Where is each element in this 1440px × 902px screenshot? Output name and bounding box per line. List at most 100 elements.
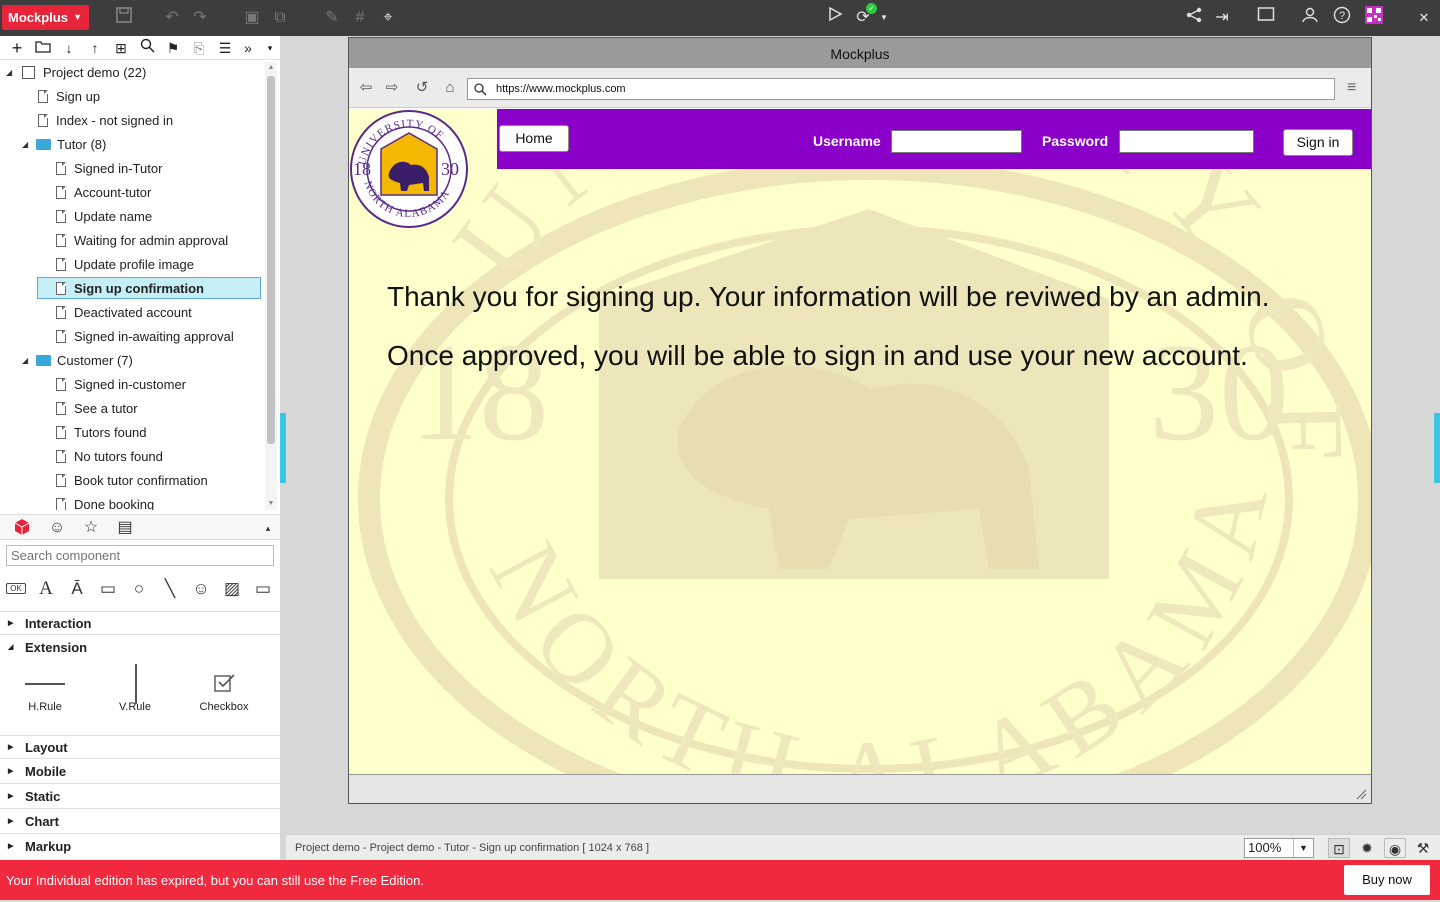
add-page-icon[interactable]: + bbox=[7, 38, 27, 58]
tree-page-item[interactable]: Sign up bbox=[38, 86, 100, 108]
left-splitter-handle[interactable] bbox=[280, 413, 286, 483]
move-up-icon[interactable]: ↑ bbox=[85, 38, 105, 58]
eye-icon[interactable]: ◉ bbox=[1384, 838, 1406, 858]
tree-project-root[interactable]: ◢ Project demo (22) bbox=[6, 62, 256, 84]
tools-icon[interactable]: ⚒ bbox=[1412, 838, 1434, 858]
help-icon[interactable]: ? bbox=[1330, 6, 1354, 30]
redo-icon[interactable]: ↷ bbox=[188, 6, 212, 30]
search-icon[interactable] bbox=[137, 38, 157, 58]
scroll-thumb[interactable] bbox=[267, 76, 275, 444]
tree-page-item[interactable]: Book tutor confirmation bbox=[56, 470, 208, 492]
tree-page-item[interactable]: See a tutor bbox=[56, 398, 138, 420]
section-interaction[interactable]: ▶ Interaction bbox=[0, 611, 280, 635]
home-icon[interactable]: ⌂ bbox=[441, 79, 459, 97]
qr-code-icon[interactable] bbox=[1362, 6, 1386, 30]
circle-component-icon[interactable]: ○ bbox=[127, 578, 151, 600]
resize-grip-icon[interactable] bbox=[1355, 788, 1367, 800]
grid-icon[interactable]: # bbox=[348, 6, 372, 30]
tree-page-item[interactable]: Waiting for admin approval bbox=[56, 230, 228, 252]
rectangle-component-icon[interactable]: ▭ bbox=[96, 578, 120, 600]
tab-components-cube-icon[interactable] bbox=[12, 518, 32, 538]
app-menu-button[interactable]: Mockplus ▼ bbox=[2, 5, 89, 30]
image-component-icon[interactable]: ▨ bbox=[220, 578, 244, 600]
tree-folder-item[interactable]: ◢ Customer (7) bbox=[22, 350, 133, 372]
tree-page-item[interactable]: Update profile image bbox=[56, 254, 194, 276]
page-label: Index - not signed in bbox=[56, 113, 174, 128]
tree-page-item[interactable]: Signed in-awaiting approval bbox=[56, 326, 234, 348]
collapse-panel-icon[interactable]: ▾ bbox=[260, 38, 280, 58]
flag-icon[interactable]: ⚑ bbox=[163, 38, 183, 58]
section-chart[interactable]: ▶ Chart bbox=[0, 810, 280, 834]
page-tree-icon[interactable]: ⊞ bbox=[111, 38, 131, 58]
ungroup-icon[interactable]: ⧉ bbox=[268, 6, 292, 30]
brightness-icon[interactable]: ✹ bbox=[1356, 838, 1378, 858]
tab-favorites-star-icon[interactable]: ☆ bbox=[81, 518, 101, 538]
team-icon[interactable] bbox=[1298, 6, 1322, 30]
url-bar[interactable]: https://www.mockplus.com bbox=[467, 78, 1335, 100]
section-layout[interactable]: ▶ Layout bbox=[0, 735, 280, 759]
tab-icons-smiley-icon[interactable]: ☺ bbox=[47, 518, 67, 538]
chevron-down-icon[interactable]: ▼ bbox=[877, 6, 891, 30]
section-extension[interactable]: ◢ Extension bbox=[0, 636, 280, 660]
tree-page-item-selected[interactable]: Sign up confirmation bbox=[37, 277, 261, 299]
username-input[interactable] bbox=[891, 130, 1022, 153]
fit-screen-icon[interactable]: ⊡ bbox=[1328, 838, 1350, 858]
hrule-component[interactable]: H.Rule bbox=[10, 661, 80, 713]
sign-in-button[interactable]: Sign in bbox=[1283, 129, 1353, 156]
scroll-up-icon[interactable]: ▲ bbox=[265, 62, 277, 74]
tree-page-item[interactable]: Deactivated account bbox=[56, 302, 192, 324]
paragraph-component-icon[interactable]: Ā bbox=[65, 578, 89, 600]
right-splitter-handle[interactable] bbox=[1434, 413, 1440, 483]
fullscreen-icon[interactable] bbox=[1254, 6, 1278, 30]
zoom-select[interactable]: 100% ▼ bbox=[1244, 838, 1314, 858]
tree-page-item[interactable]: Done booking bbox=[56, 494, 154, 510]
back-icon[interactable]: ⇦ bbox=[357, 79, 375, 97]
buy-now-button[interactable]: Buy now bbox=[1344, 865, 1430, 895]
input-component-icon[interactable]: ▭ bbox=[251, 578, 275, 600]
checkbox-component[interactable]: Checkbox bbox=[189, 661, 259, 713]
copy-icon[interactable]: ⎘ bbox=[189, 38, 209, 58]
section-markup[interactable]: ▶ Markup bbox=[0, 835, 280, 859]
tab-templates-icon[interactable]: ▤ bbox=[115, 518, 135, 538]
hamburger-menu-icon[interactable]: ≡ bbox=[1347, 78, 1363, 98]
group-icon[interactable]: ▣ bbox=[240, 6, 264, 30]
format-brush-icon[interactable]: ✎ bbox=[320, 6, 344, 30]
line-component-icon[interactable]: ╲ bbox=[158, 578, 182, 600]
tree-page-item[interactable]: Update name bbox=[56, 206, 152, 228]
tree-scrollbar[interactable]: ▲ ▼ bbox=[265, 62, 277, 510]
more-icon[interactable]: » bbox=[238, 38, 258, 58]
home-button[interactable]: Home bbox=[499, 125, 569, 152]
save-icon[interactable] bbox=[112, 6, 136, 30]
forward-icon[interactable]: ⇨ bbox=[383, 79, 401, 97]
tree-page-item[interactable]: Index - not signed in bbox=[38, 110, 173, 132]
vrule-component[interactable]: V.Rule bbox=[100, 661, 170, 713]
page-label: Update name bbox=[74, 209, 153, 224]
tree-page-item[interactable]: Account-tutor bbox=[56, 182, 151, 204]
section-static[interactable]: ▶ Static bbox=[0, 785, 280, 809]
tree-page-item[interactable]: Signed in-customer bbox=[56, 374, 186, 396]
text-component-icon[interactable]: A bbox=[34, 578, 58, 600]
button-component-icon[interactable]: OK bbox=[4, 578, 28, 600]
tree-page-item[interactable]: Tutors found bbox=[56, 422, 147, 444]
component-search-input[interactable] bbox=[6, 545, 274, 566]
reload-icon[interactable]: ↺ bbox=[413, 79, 431, 97]
list-icon[interactable]: ☰ bbox=[215, 38, 235, 58]
section-mobile[interactable]: ▶ Mobile bbox=[0, 760, 280, 784]
share-icon[interactable] bbox=[1182, 6, 1206, 30]
icon-component-icon[interactable]: ☺ bbox=[189, 578, 213, 600]
license-expired-message: Your Individual edition has expired, but… bbox=[6, 873, 424, 888]
svg-text:18: 18 bbox=[353, 159, 371, 179]
tree-page-item[interactable]: Signed in-Tutor bbox=[56, 158, 162, 180]
collapse-components-icon[interactable]: ▴ bbox=[258, 518, 278, 538]
undo-icon[interactable]: ↶ bbox=[160, 6, 184, 30]
preview-play-icon[interactable] bbox=[823, 6, 847, 30]
move-down-icon[interactable]: ↓ bbox=[59, 38, 79, 58]
tree-page-item[interactable]: No tutors found bbox=[56, 446, 163, 468]
format-painter-icon[interactable]: ⌖ bbox=[376, 6, 400, 30]
scroll-down-icon[interactable]: ▼ bbox=[265, 498, 277, 510]
add-folder-icon[interactable] bbox=[33, 38, 53, 58]
close-icon[interactable]: ✕ bbox=[1412, 6, 1436, 30]
tree-folder-item[interactable]: ◢ Tutor (8) bbox=[22, 134, 106, 156]
export-icon[interactable]: ⇥ bbox=[1210, 6, 1234, 30]
password-input[interactable] bbox=[1119, 130, 1254, 153]
